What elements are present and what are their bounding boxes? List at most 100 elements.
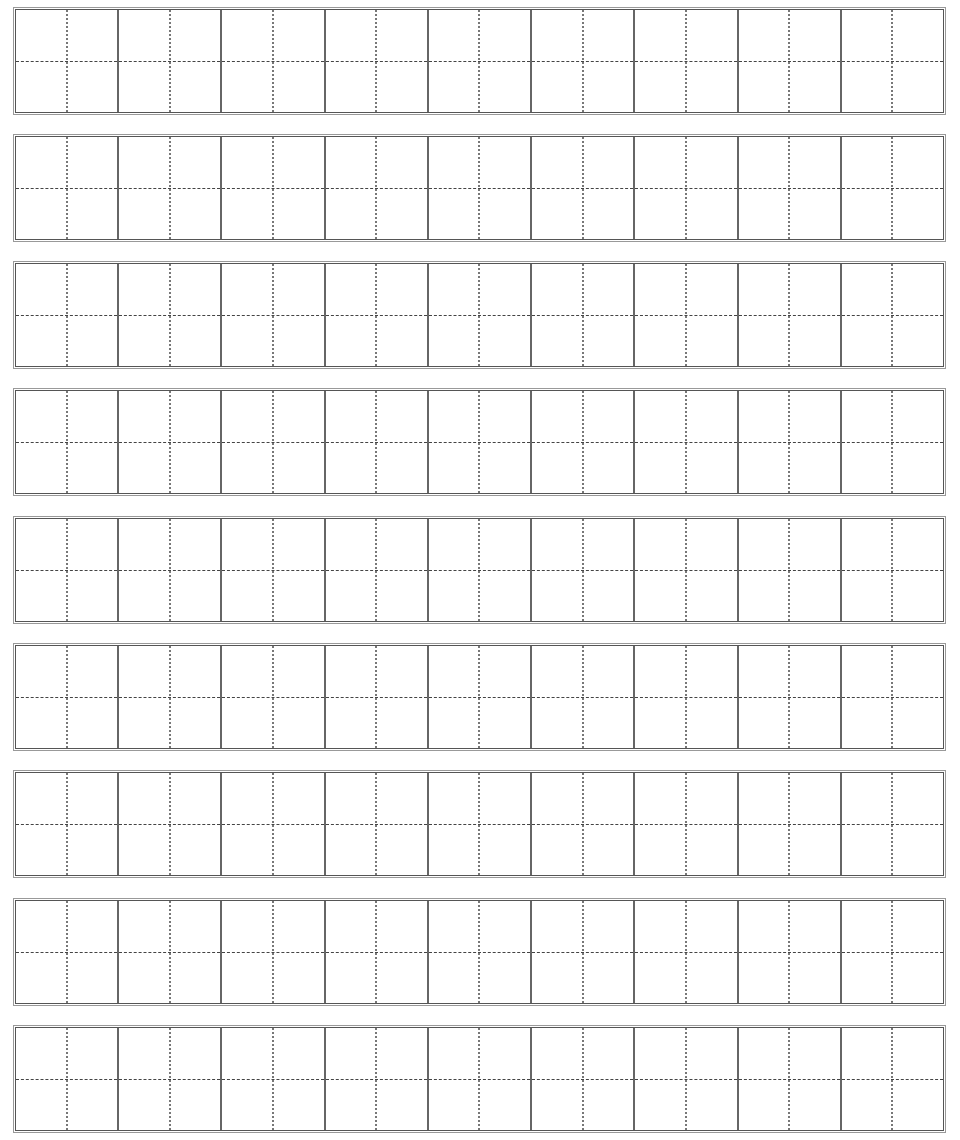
grid-cell bbox=[222, 646, 326, 748]
horizontal-guide-line bbox=[428, 61, 531, 62]
grid-row bbox=[13, 643, 946, 751]
horizontal-guide-line bbox=[841, 570, 943, 571]
grid-cell bbox=[532, 773, 636, 875]
horizontal-guide-line bbox=[428, 824, 531, 825]
grid-cell bbox=[841, 137, 943, 239]
grid-cell bbox=[841, 391, 943, 493]
horizontal-guide-line bbox=[16, 442, 118, 443]
grid-cell bbox=[738, 10, 842, 112]
horizontal-guide-line bbox=[222, 188, 324, 189]
grid-cell bbox=[635, 773, 739, 875]
grid-cell bbox=[841, 1028, 943, 1130]
grid-cell bbox=[738, 137, 842, 239]
grid-cell bbox=[16, 391, 120, 493]
horizontal-guide-line bbox=[841, 442, 943, 443]
grid-cell bbox=[119, 264, 223, 366]
horizontal-guide-line bbox=[428, 1079, 531, 1080]
horizontal-guide-line bbox=[635, 952, 737, 953]
grid-cell bbox=[325, 646, 429, 748]
horizontal-guide-line bbox=[119, 952, 221, 953]
horizontal-guide-line bbox=[635, 824, 737, 825]
horizontal-guide-line bbox=[428, 570, 531, 571]
grid-cell bbox=[841, 773, 943, 875]
horizontal-guide-line bbox=[119, 1079, 221, 1080]
horizontal-guide-line bbox=[325, 61, 427, 62]
practice-sheet bbox=[0, 0, 960, 1140]
horizontal-guide-line bbox=[16, 61, 118, 62]
horizontal-guide-line bbox=[738, 1079, 840, 1080]
horizontal-guide-line bbox=[325, 824, 427, 825]
horizontal-guide-line bbox=[635, 1079, 737, 1080]
grid-cell bbox=[532, 10, 636, 112]
horizontal-guide-line bbox=[635, 442, 737, 443]
grid-cell bbox=[325, 264, 429, 366]
horizontal-guide-line bbox=[119, 824, 221, 825]
horizontal-guide-line bbox=[325, 697, 427, 698]
horizontal-guide-line bbox=[428, 315, 531, 316]
horizontal-guide-line bbox=[16, 570, 118, 571]
horizontal-guide-line bbox=[532, 315, 634, 316]
horizontal-guide-line bbox=[532, 697, 634, 698]
horizontal-guide-line bbox=[16, 824, 118, 825]
grid-cell bbox=[841, 646, 943, 748]
horizontal-guide-line bbox=[119, 442, 221, 443]
grid-cell bbox=[532, 901, 636, 1003]
horizontal-guide-line bbox=[325, 570, 427, 571]
horizontal-guide-line bbox=[841, 1079, 943, 1080]
grid-cell bbox=[119, 519, 223, 621]
horizontal-guide-line bbox=[532, 824, 634, 825]
grid-row bbox=[13, 261, 946, 369]
horizontal-guide-line bbox=[532, 1079, 634, 1080]
horizontal-guide-line bbox=[841, 824, 943, 825]
grid-cell bbox=[16, 646, 120, 748]
horizontal-guide-line bbox=[119, 188, 221, 189]
horizontal-guide-line bbox=[635, 570, 737, 571]
horizontal-guide-line bbox=[325, 952, 427, 953]
grid-cell bbox=[428, 773, 533, 875]
grid-cell bbox=[222, 137, 326, 239]
grid-row bbox=[13, 1025, 946, 1133]
grid-cell bbox=[635, 264, 739, 366]
horizontal-guide-line bbox=[841, 61, 943, 62]
horizontal-guide-line bbox=[841, 697, 943, 698]
grid-cell bbox=[119, 137, 223, 239]
horizontal-guide-line bbox=[325, 442, 427, 443]
grid-cell bbox=[841, 264, 943, 366]
grid-cell bbox=[532, 646, 636, 748]
horizontal-guide-line bbox=[16, 1079, 118, 1080]
grid-cell bbox=[428, 1028, 533, 1130]
horizontal-guide-line bbox=[738, 697, 840, 698]
grid-cell bbox=[16, 264, 120, 366]
grid-cell bbox=[428, 901, 533, 1003]
grid-cell bbox=[428, 391, 533, 493]
grid-cell bbox=[325, 519, 429, 621]
grid-cell bbox=[16, 901, 120, 1003]
grid-cell bbox=[119, 391, 223, 493]
horizontal-guide-line bbox=[119, 697, 221, 698]
horizontal-guide-line bbox=[532, 570, 634, 571]
horizontal-guide-line bbox=[532, 952, 634, 953]
horizontal-guide-line bbox=[532, 61, 634, 62]
grid-cell bbox=[532, 264, 636, 366]
horizontal-guide-line bbox=[222, 315, 324, 316]
horizontal-guide-line bbox=[428, 697, 531, 698]
grid-cell bbox=[222, 391, 326, 493]
grid-cell bbox=[635, 137, 739, 239]
grid-cell bbox=[222, 10, 326, 112]
grid-cell bbox=[428, 10, 533, 112]
horizontal-guide-line bbox=[532, 188, 634, 189]
grid-cell bbox=[325, 773, 429, 875]
grid-cell bbox=[532, 137, 636, 239]
grid-cell bbox=[428, 137, 533, 239]
grid-cell bbox=[532, 519, 636, 621]
grid-cell bbox=[222, 519, 326, 621]
grid-cell bbox=[841, 519, 943, 621]
horizontal-guide-line bbox=[428, 952, 531, 953]
horizontal-guide-line bbox=[738, 952, 840, 953]
horizontal-guide-line bbox=[16, 952, 118, 953]
horizontal-guide-line bbox=[325, 188, 427, 189]
horizontal-guide-line bbox=[532, 442, 634, 443]
grid-cell bbox=[119, 773, 223, 875]
horizontal-guide-line bbox=[738, 442, 840, 443]
grid-cell bbox=[738, 646, 842, 748]
